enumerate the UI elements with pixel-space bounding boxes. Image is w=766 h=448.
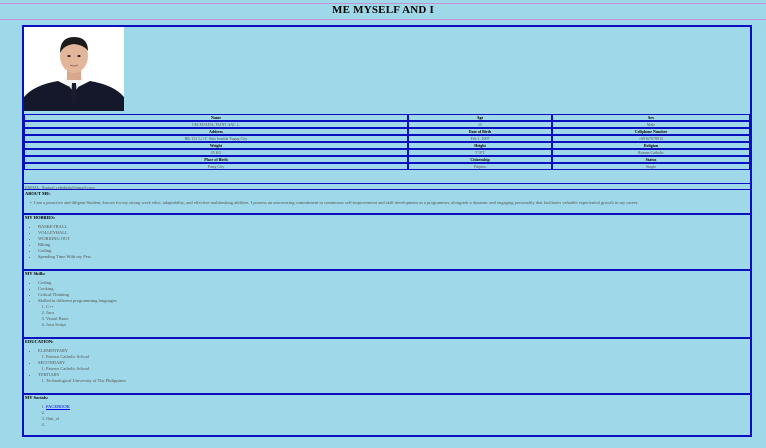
about-text: • I am a proactive and diligent Student,… [30,200,639,205]
age-header: Age [408,114,552,121]
about-section: ABOUT ME: • I am a proactive and diligen… [24,191,750,215]
dob-value: Feb 1, 2007 [408,135,552,142]
table-row: Weight Height Religion [24,142,750,149]
cellphone-header: Cellphone Number [552,128,750,135]
table-row: Pasig City Filipino Single [24,163,750,170]
skills-section: MY Skills: Coding Cooking Critical Think… [24,271,750,339]
title-divider [0,19,766,20]
hobbies-section: MY HOBBIES: BASKETBALL VOLLEYBALL WORKIN… [24,215,750,271]
education-list: ELEMENTARY Pateros Catholic School SECON… [24,348,750,384]
hobbies-heading: MY HOBBIES: [25,215,56,220]
profile-card: Name Age Sex CELEDADA, FLINT AXL L. 15 M… [22,25,752,437]
citizenship-header: Citizenship [408,156,552,163]
address-value: Blk 131 Lt 1C Sitio Imelda Tugug City [24,135,408,142]
education-heading: EDUCATION: [25,339,54,344]
list-item [46,422,750,428]
sex-header: Sex [552,114,750,121]
dob-header: Date of Birth [408,128,552,135]
religion-value: Roman Catholic [552,149,750,156]
address-header: Address [24,128,408,135]
socials-section: MY Socials: FACEBOOK flint_xl [24,395,750,435]
height-value: 5'1FT [408,149,552,156]
status-value: Single [552,163,750,170]
list-item: TERTIARY Technological University of The… [38,372,750,384]
languages-label: Skilled in different programming languag… [38,298,117,303]
page-title: ME MYSELF AND I [332,4,434,16]
education-level: ELEMENTARY [38,348,68,353]
skills-heading: MY Skills: [25,271,46,276]
birthplace-header: Place of Birth [24,156,408,163]
list-item: SECONDARY Pateros Catholic School [38,360,750,372]
citizenship-value: Filipino [408,163,552,170]
sex-value: Male [552,121,750,128]
education-level: SECONDARY [38,360,66,365]
email-row: EMAIL: flintaxl.celedada@gmail.com [24,183,750,190]
personal-info-table: Name Age Sex CELEDADA, FLINT AXL L. 15 M… [24,114,750,170]
socials-heading: MY Socials: [25,395,49,400]
name-value: CELEDADA, FLINT AXL L. [24,121,408,128]
birthplace-value: Pasig City [24,163,408,170]
languages-list: C++ Java Visual Basic Java Script [38,304,750,328]
table-row: Name Age Sex [24,114,750,121]
name-header: Name [24,114,408,121]
weight-header: Weight [24,142,408,149]
facebook-link[interactable]: FACEBOOK [46,404,70,409]
table-row: Place of Birth Citizenship Status [24,156,750,163]
table-row: CELEDADA, FLINT AXL L. 15 Male [24,121,750,128]
education-level: TERTIARY [38,372,60,377]
socials-list: FACEBOOK flint_xl [24,404,750,428]
table-row: Blk 131 Lt 1C Sitio Imelda Tugug City Fe… [24,135,750,142]
skills-list: Coding Cooking Critical Thinking Skilled… [24,280,750,328]
list-item: Java Script [46,322,750,328]
weight-value: 45 KG [24,149,408,156]
education-section: EDUCATION: ELEMENTARY Pateros Catholic S… [24,339,750,395]
list-item: Skilled in different programming languag… [38,298,750,328]
religion-header: Religion [552,142,750,149]
age-value: 15 [408,121,552,128]
cellphone-value: +09167678912 [552,135,750,142]
table-row: 45 KG 5'1FT Roman Catholic [24,149,750,156]
hobbies-list: BASKETBALL VOLLEYBALL WORKING OUT Biking… [24,224,750,260]
about-paragraph: I am a proactive and diligent Student, k… [33,200,639,205]
table-row: Address Date of Birth Cellphone Number [24,128,750,135]
about-heading: ABOUT ME: [25,191,51,196]
height-header: Height [408,142,552,149]
list-item: ELEMENTARY Pateros Catholic School [38,348,750,360]
profile-photo [24,27,124,111]
list-item: Spending Time With my Pets [38,254,750,260]
status-header: Status [552,156,750,163]
person-photo-icon [24,27,124,111]
list-item: Technological University of The Philippi… [46,378,750,384]
